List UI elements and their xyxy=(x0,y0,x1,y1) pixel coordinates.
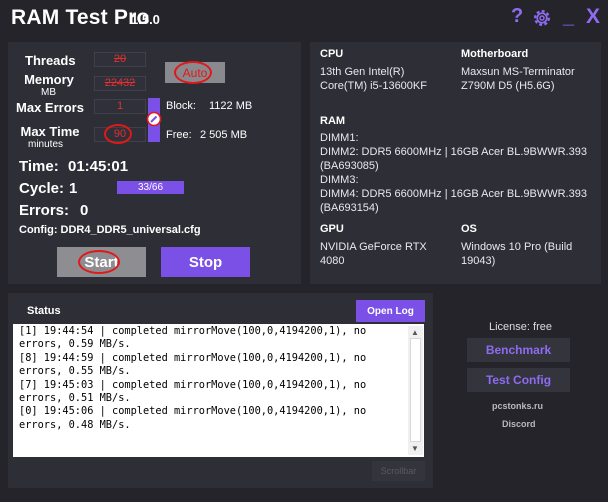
log-vertical-scrollbar[interactable]: ▲ ▼ xyxy=(408,326,423,455)
memory-value: 22432 xyxy=(104,77,136,89)
gpu-label: GPU xyxy=(320,223,344,235)
max-errors-label: Max Errors xyxy=(16,100,84,115)
config-value[interactable]: DDR4_DDR5_universal.cfg xyxy=(61,224,201,236)
cpu-label: CPU xyxy=(320,48,344,60)
errors-value: 0 xyxy=(80,202,89,219)
scroll-up-icon[interactable]: ▲ xyxy=(411,328,419,337)
benchmark-button[interactable]: Benchmark xyxy=(467,338,570,362)
threads-value: 20 xyxy=(113,53,127,65)
max-errors-field[interactable]: 1 xyxy=(94,99,146,114)
gear-icon[interactable] xyxy=(531,7,553,29)
minimize-icon[interactable]: _ xyxy=(563,6,577,28)
scrollbar-button[interactable]: Scrollbar xyxy=(372,461,425,481)
discord-link[interactable]: Discord xyxy=(502,419,536,429)
max-time-label: Max Time xyxy=(20,124,80,139)
motherboard-label: Motherboard xyxy=(461,48,529,60)
test-config-button[interactable]: Test Config xyxy=(467,368,570,392)
scroll-thumb[interactable] xyxy=(410,338,421,442)
memory-label: Memory xyxy=(24,72,74,87)
auto-button[interactable]: Auto xyxy=(165,62,225,83)
threads-label: Threads xyxy=(25,53,76,68)
ram-value: DIMM1: DIMM2: DDR5 6600MHz | 16GB Acer B… xyxy=(320,132,587,214)
config-label: Config: xyxy=(19,224,58,236)
os-label: OS xyxy=(461,223,477,235)
site-link[interactable]: pcstonks.ru xyxy=(492,401,543,411)
max-time-value: 90 xyxy=(113,128,127,140)
app-version: 1.5.0 xyxy=(131,12,160,27)
cycle-value: 1 xyxy=(69,180,78,197)
log-text: [1] 19:44:54 | completed mirrorMove(100,… xyxy=(19,325,367,431)
max-errors-value: 1 xyxy=(116,100,124,112)
cpu-value: 13th Gen Intel(R) Core(TM) i5-13600KF xyxy=(320,66,427,92)
os-value: Windows 10 Pro (Build 19043) xyxy=(461,241,573,267)
start-button[interactable]: Start xyxy=(57,247,146,277)
pencil-icon[interactable] xyxy=(146,111,162,127)
cycle-progress: 33/66 xyxy=(117,181,184,194)
open-log-button[interactable]: Open Log xyxy=(356,300,425,322)
free-label: Free: xyxy=(166,129,192,141)
memory-field[interactable]: 22432 xyxy=(94,76,146,91)
memory-unit: MB xyxy=(41,87,56,98)
time-label: Time: xyxy=(19,158,59,175)
close-icon[interactable]: X xyxy=(586,5,600,29)
max-time-unit: minutes xyxy=(28,139,64,150)
ram-label: RAM xyxy=(320,115,346,127)
block-value: 1122 MB xyxy=(209,100,253,112)
free-value: 2 505 MB xyxy=(200,129,248,141)
license-text: License: free xyxy=(489,321,552,333)
time-value: 01:45:01 xyxy=(68,158,129,175)
stop-button[interactable]: Stop xyxy=(161,247,250,277)
scroll-down-icon[interactable]: ▼ xyxy=(411,444,419,453)
cycle-label: Cycle: xyxy=(19,180,65,197)
max-time-field[interactable]: 90 xyxy=(94,127,146,142)
status-title: Status xyxy=(27,305,61,317)
gpu-value: NVIDIA GeForce RTX 4080 xyxy=(320,241,427,267)
threads-field[interactable]: 20 xyxy=(94,52,146,67)
help-icon[interactable]: ? xyxy=(511,5,523,28)
config-line: Config: DDR4_DDR5_universal.cfg xyxy=(19,224,201,236)
errors-label: Errors: xyxy=(19,202,70,219)
block-label: Block: xyxy=(166,100,196,112)
app-title: RAM Test Pro xyxy=(11,6,150,29)
motherboard-value: Maxsun MS-Terminator Z790M D5 (H5.6G) xyxy=(461,66,575,92)
